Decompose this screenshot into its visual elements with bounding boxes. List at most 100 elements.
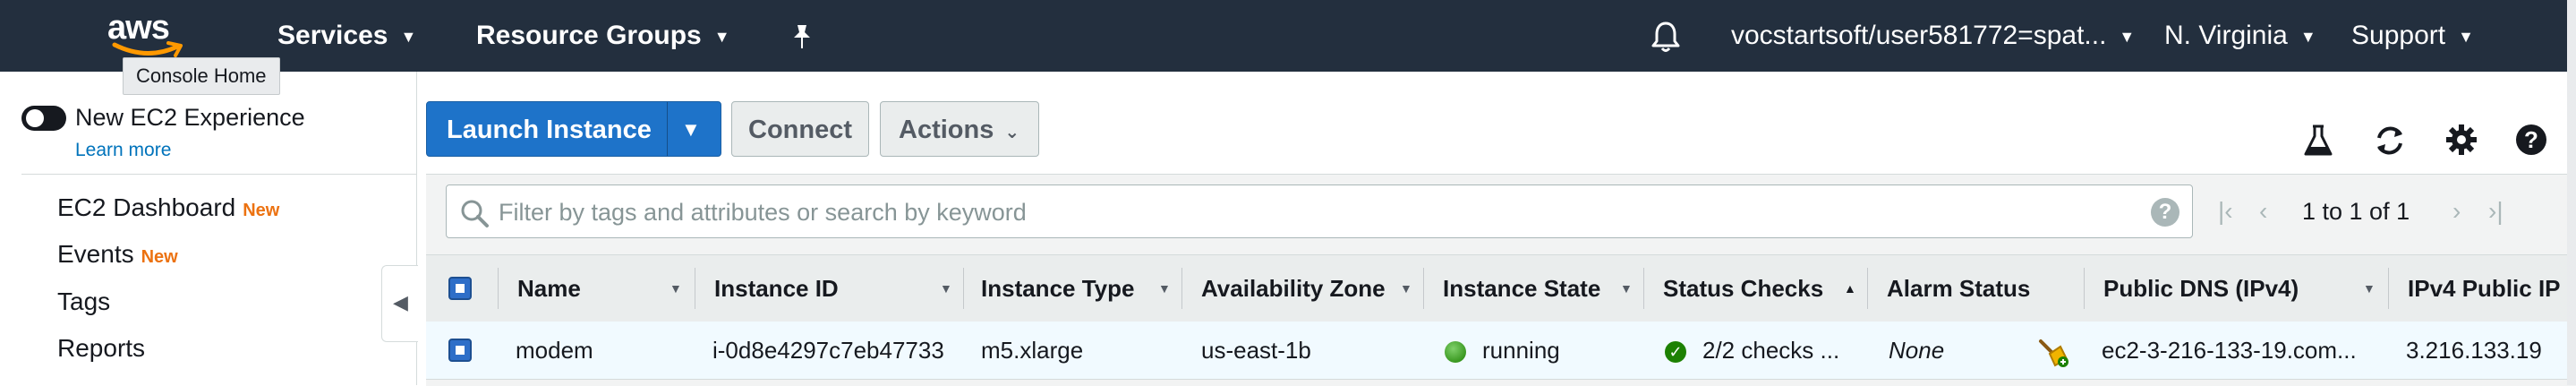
console-home-tooltip: Console Home [123, 57, 280, 95]
chevron-down-icon: ▼ [2458, 28, 2474, 47]
region-label: N. Virginia [2164, 21, 2288, 50]
resource-groups-label: Resource Groups [476, 21, 702, 50]
toggle-knob [26, 109, 44, 127]
chevron-left-icon: ◀ [393, 291, 408, 313]
running-status-icon [1445, 341, 1466, 364]
cell-instance-state: running [1445, 322, 1560, 379]
aws-logo[interactable]: aws [106, 9, 186, 61]
cell-status-checks: ✓ 2/2 checks ... [1665, 322, 1839, 379]
filter-search-box[interactable]: ? [446, 184, 2193, 238]
launch-instance-button[interactable]: Launch Instance ▼ [426, 101, 721, 157]
sidebar-item-tags[interactable]: Tags [57, 287, 110, 316]
column-separator [963, 268, 964, 309]
column-header-label: Name [517, 275, 581, 302]
chevron-down-icon: ▼ [400, 28, 417, 47]
new-badge: New [243, 201, 280, 220]
account-label: vocstartsoft/user581772=spat... [1731, 21, 2107, 50]
actions-label: Actions [899, 116, 994, 144]
window-scrollbar[interactable] [2567, 0, 2576, 385]
column-separator [1643, 268, 1644, 309]
chevron-down-icon: ▼ [713, 28, 730, 47]
status-checks-text: 2/2 checks ... [1702, 337, 1840, 364]
learn-more-link[interactable]: Learn more [75, 140, 171, 161]
gear-icon[interactable] [2445, 124, 2481, 159]
column-header-label: Public DNS (IPv4) [2103, 275, 2299, 302]
sidebar-item-events[interactable]: Events New [57, 240, 178, 269]
resource-groups-menu[interactable]: Resource Groups ▼ [476, 0, 730, 72]
sort-caret-icon[interactable]: ▼ [1158, 255, 1171, 322]
column-header-ipv4-public-ip[interactable]: IPv4 Public IP [2408, 255, 2561, 322]
select-all-checkbox[interactable] [448, 277, 472, 300]
column-header-instance-id[interactable]: Instance ID [714, 255, 839, 322]
account-menu[interactable]: vocstartsoft/user581772=spat... ▼ [1731, 0, 2135, 72]
region-menu[interactable]: N. Virginia ▼ [2164, 0, 2316, 72]
refresh-icon[interactable] [2372, 124, 2408, 159]
search-help-icon[interactable]: ? [2151, 198, 2179, 227]
table-header: Name ▼ Instance ID ▼ Instance Type ▼ Ava… [426, 254, 2576, 322]
sidebar-item-label: Tags [57, 287, 111, 315]
sidebar-item-label: Reports [57, 334, 146, 362]
pagination-text: 1 to 1 of 1 [2302, 198, 2410, 225]
launch-dropdown-caret-icon[interactable]: ▼ [681, 102, 701, 158]
column-header-availability-zone[interactable]: Availability Zone [1201, 255, 1386, 322]
sort-caret-icon[interactable]: ▼ [1400, 255, 1412, 322]
services-label: Services [277, 21, 388, 50]
new-badge: New [141, 247, 178, 267]
sort-caret-icon[interactable]: ▼ [1620, 255, 1633, 322]
first-page-icon[interactable]: |‹ [2218, 184, 2233, 238]
instance-state-text: running [1482, 337, 1560, 364]
next-page-icon[interactable]: › [2452, 184, 2461, 238]
filter-search-input[interactable] [497, 193, 2111, 232]
column-header-instance-type[interactable]: Instance Type [981, 255, 1134, 322]
last-page-icon[interactable]: ›| [2488, 184, 2503, 238]
cell-ipv4-public-ip: 3.216.133.19 [2406, 337, 2542, 364]
chevron-down-icon: ⌄ [1004, 123, 1020, 142]
table-row[interactable]: modem i-0d8e4297c7eb47733 m5.xlarge us-e… [426, 322, 2576, 380]
support-menu[interactable]: Support ▼ [2351, 0, 2474, 72]
sort-ascending-icon[interactable]: ▲ [1844, 255, 1856, 322]
actions-button[interactable]: Actions ⌄ [880, 101, 1039, 157]
chevron-down-icon: ▼ [2119, 28, 2136, 47]
svg-text:?: ? [2524, 126, 2538, 153]
sidebar-item-label: Events [57, 240, 134, 268]
sort-caret-icon[interactable]: ▼ [670, 255, 682, 322]
connect-button[interactable]: Connect [731, 101, 869, 157]
column-header-alarm-status[interactable]: Alarm Status [1887, 255, 2030, 322]
collapse-sidebar-button[interactable]: ◀ [381, 265, 418, 342]
column-separator [498, 268, 499, 309]
button-separator [667, 102, 668, 156]
search-icon [461, 200, 489, 227]
cell-alarm-status: None [1889, 337, 1945, 364]
column-header-label: Instance Type [981, 275, 1135, 302]
sidebar-divider [21, 174, 416, 175]
column-separator [1867, 268, 1868, 309]
help-icon[interactable]: ? [2515, 124, 2551, 159]
check-passed-icon: ✓ [1665, 341, 1686, 364]
services-menu[interactable]: Services ▼ [277, 0, 416, 72]
column-header-name[interactable]: Name [517, 255, 581, 322]
column-separator [2388, 268, 2389, 309]
column-header-label: Instance State [1443, 275, 1601, 302]
column-header-label: Instance ID [714, 275, 839, 302]
flask-icon[interactable] [2302, 124, 2338, 159]
sort-caret-icon[interactable]: ▼ [2363, 255, 2376, 322]
new-experience-toggle[interactable] [21, 106, 66, 131]
sidebar-item-ec2-dashboard[interactable]: EC2 Dashboard New [57, 193, 279, 222]
column-header-label: IPv4 Public IP [2408, 275, 2561, 302]
column-separator [2084, 268, 2085, 309]
pin-icon[interactable] [789, 0, 815, 72]
column-header-public-dns[interactable]: Public DNS (IPv4) [2103, 255, 2299, 322]
create-alarm-icon[interactable] [2037, 322, 2069, 379]
cell-instance-type: m5.xlarge [981, 337, 1084, 364]
sidebar-item-reports[interactable]: Reports [57, 334, 145, 363]
sort-caret-icon[interactable]: ▼ [940, 255, 952, 322]
column-header-instance-state[interactable]: Instance State [1443, 255, 1600, 322]
sidebar: New EC2 Experience Learn more EC2 Dashbo… [0, 72, 417, 385]
column-header-label: Status Checks [1663, 275, 1824, 302]
prev-page-icon[interactable]: ‹ [2259, 184, 2267, 238]
chevron-down-icon: ▼ [2299, 28, 2316, 47]
notifications-bell-icon[interactable] [1651, 0, 1681, 72]
new-experience-label: New EC2 Experience [75, 104, 305, 131]
row-select-checkbox[interactable] [448, 339, 472, 362]
column-header-status-checks[interactable]: Status Checks [1663, 255, 1823, 322]
